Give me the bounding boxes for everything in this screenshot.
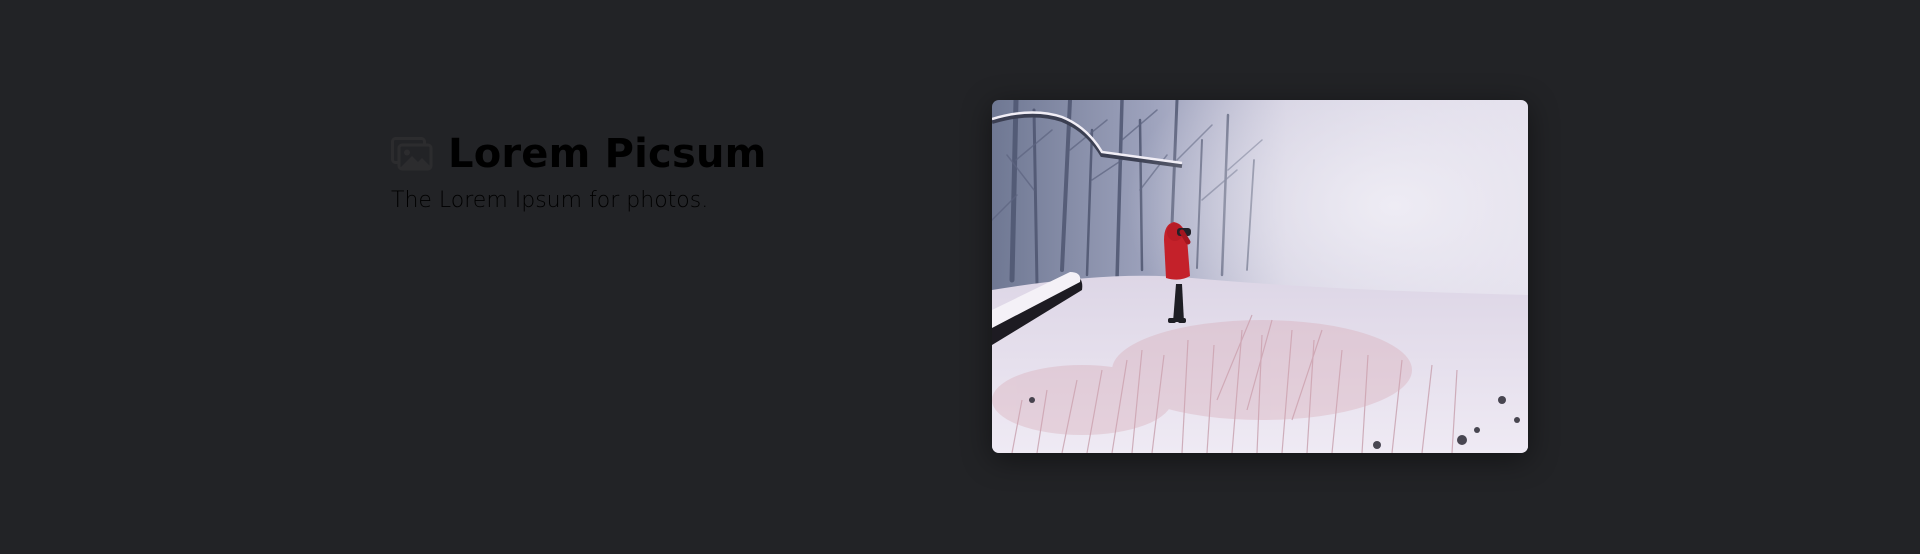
photos-icon (391, 137, 433, 171)
brand-title-row: Lorem Picsum (391, 126, 911, 182)
site-title: Lorem Picsum (448, 131, 767, 177)
brand-block: Lorem Picsum The Lorem Ipsum for photos. (391, 126, 911, 216)
snowy-field-photo (992, 100, 1528, 453)
hero-photo (992, 100, 1528, 453)
hero-section: Lorem Picsum The Lorem Ipsum for photos. (0, 0, 1920, 554)
site-tagline: The Lorem Ipsum for photos. (391, 188, 709, 213)
